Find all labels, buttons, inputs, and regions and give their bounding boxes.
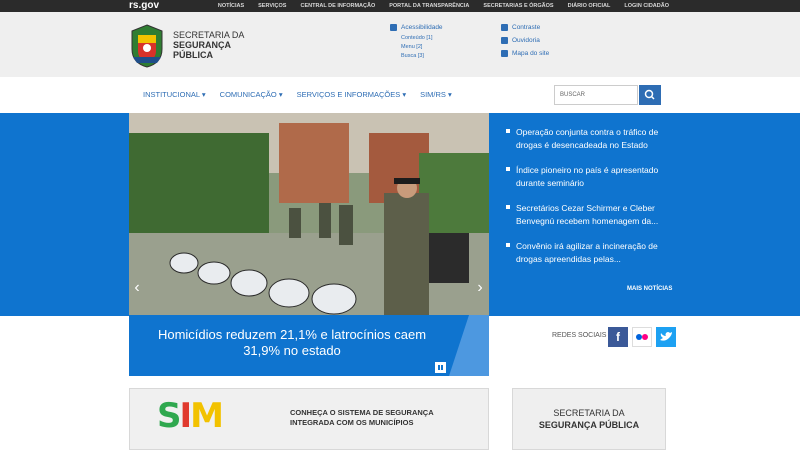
bullet-icon	[506, 129, 510, 133]
accessibility-block: Acessibilidade Conteúdo [1] Menu [2] Bus…	[390, 23, 443, 61]
bullet-icon	[506, 167, 510, 171]
news-list: Operação conjunta contra o tráfico de dr…	[506, 126, 676, 278]
rs-gov-brand[interactable]: rs.gov	[129, 0, 159, 12]
top-link-diario[interactable]: DIÁRIO OFICIAL	[568, 0, 611, 12]
search-input[interactable]: BUSCAR	[554, 85, 638, 105]
twitter-icon[interactable]	[656, 327, 676, 347]
police-motorcycles-image	[129, 113, 489, 315]
flickr-icon[interactable]	[632, 327, 652, 347]
skip-content-link[interactable]: Conteúdo [1]	[401, 34, 443, 43]
secretaria-banner-line2: SEGURANÇA PÚBLICA	[538, 420, 640, 430]
news-item[interactable]: Operação conjunta contra o tráfico de dr…	[506, 126, 676, 152]
nav-servicos[interactable]: SERVIÇOS E INFORMAÇÕES ▾	[297, 90, 406, 99]
site-name-line3: PÚBLICA	[173, 50, 213, 60]
sim-banner-line1: CONHEÇA O SISTEMA DE SEGURANÇA	[290, 408, 434, 417]
slide-caption-text[interactable]: Homicídios reduzem 21,1% e latrocínios c…	[142, 327, 442, 359]
facebook-icon[interactable]: f	[608, 327, 628, 347]
search-icon	[644, 89, 655, 100]
nav-comunicacao[interactable]: COMUNICAÇÃO ▾	[220, 90, 283, 99]
social-label: REDES SOCIAIS	[552, 332, 607, 339]
accessibility-link[interactable]: Acessibilidade	[401, 24, 443, 31]
slider-prev-button[interactable]: ‹	[131, 278, 143, 298]
news-item-title: Convênio irá agilizar a incineração de d…	[516, 241, 658, 264]
sim-banner-line2: INTEGRADA COM OS MUNICÍPIOS	[290, 418, 414, 427]
contrast-icon	[501, 24, 508, 31]
sim-logo: SIM	[157, 396, 224, 436]
top-link-central[interactable]: CENTRAL DE INFORMAÇÃO	[300, 0, 375, 12]
contrast-link[interactable]: Contraste	[512, 24, 540, 31]
skip-search-link[interactable]: Busca [3]	[401, 52, 443, 61]
top-bar: rs.gov NOTÍCIAS SERVIÇOS CENTRAL DE INFO…	[0, 0, 800, 12]
top-link-noticias[interactable]: NOTÍCIAS	[218, 0, 244, 12]
sim-logo-m: M	[190, 396, 224, 436]
news-item[interactable]: Secretários Cezar Schirmer e Cleber Benv…	[506, 202, 676, 228]
news-item[interactable]: Índice pioneiro no país é apresentado du…	[506, 164, 676, 190]
search-button[interactable]	[639, 85, 661, 105]
ouvidoria-icon	[501, 37, 508, 44]
sim-banner-text: CONHEÇA O SISTEMA DE SEGURANÇA INTEGRADA…	[290, 408, 434, 428]
bullet-icon	[506, 205, 510, 209]
sim-logo-s: S	[157, 396, 181, 436]
top-link-servicos[interactable]: SERVIÇOS	[258, 0, 286, 12]
skip-menu-link[interactable]: Menu [2]	[401, 43, 443, 52]
news-item-title: Operação conjunta contra o tráfico de dr…	[516, 127, 659, 150]
accessibility-icon	[390, 24, 397, 31]
sitemap-icon	[501, 50, 508, 57]
news-item-title: Secretários Cezar Schirmer e Cleber Benv…	[516, 203, 659, 226]
more-news-link[interactable]: MAIS NOTÍCIAS	[627, 286, 672, 292]
top-link-transparencia[interactable]: PORTAL DA TRANSPARÊNCIA	[389, 0, 469, 12]
site-name-line2: SEGURANÇA	[173, 40, 232, 50]
top-link-secretarias[interactable]: SECRETARIAS E ÓRGÃOS	[483, 0, 553, 12]
news-item-title: Índice pioneiro no país é apresentado du…	[516, 165, 659, 188]
pause-icon[interactable]	[435, 362, 446, 373]
coat-of-arms-logo[interactable]	[129, 23, 165, 69]
ouvidoria-link[interactable]: Ouvidoria	[512, 37, 540, 44]
sitemap-link[interactable]: Mapa do site	[512, 50, 549, 57]
top-link-login[interactable]: LOGIN CIDADÃO	[624, 0, 669, 12]
nav-sim-rs[interactable]: SIM/RS ▾	[420, 90, 452, 99]
secretaria-banner-text: SECRETARIA DA SEGURANÇA PÚBLICA	[512, 407, 666, 431]
slider-next-button[interactable]: ›	[474, 278, 486, 298]
sim-logo-i: I	[179, 396, 193, 436]
site-name-line1: SECRETARIA DA	[173, 30, 245, 40]
bullet-icon	[506, 243, 510, 247]
site-name[interactable]: SECRETARIA DA SEGURANÇA PÚBLICA	[173, 30, 244, 60]
main-nav: INSTITUCIONAL ▾ COMUNICAÇÃO ▾ SERVIÇOS E…	[0, 77, 800, 113]
utility-links: Contraste Ouvidoria Mapa do site	[501, 23, 549, 60]
featured-photo[interactable]	[129, 113, 489, 315]
news-item[interactable]: Convênio irá agilizar a incineração de d…	[506, 240, 676, 266]
secretaria-banner-line1: SECRETARIA DA	[553, 408, 625, 418]
nav-institucional[interactable]: INSTITUCIONAL ▾	[143, 90, 206, 99]
top-links: NOTÍCIAS SERVIÇOS CENTRAL DE INFORMAÇÃO …	[218, 0, 669, 12]
